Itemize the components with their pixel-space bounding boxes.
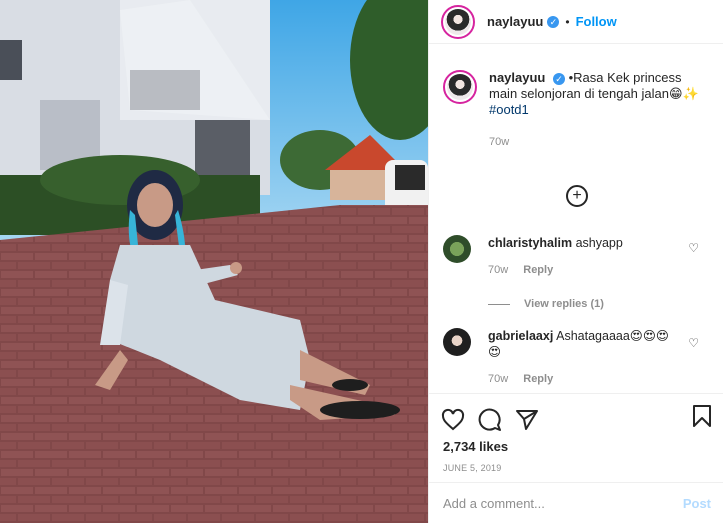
verified-badge-icon: ✓ xyxy=(547,15,560,28)
comment-item: gabrielaaxj Ashatagaaaa😍😍😍😍 70w Reply xyxy=(443,328,713,387)
comment-icon[interactable] xyxy=(478,408,502,432)
view-replies-button[interactable]: View replies (1) xyxy=(488,298,604,310)
likes-count[interactable]: 2,734 likes xyxy=(429,439,723,454)
photo-image xyxy=(0,0,428,523)
comment-username[interactable]: chlaristyhalim xyxy=(488,236,572,250)
caption-hashtag[interactable]: #ootd1 xyxy=(489,102,529,117)
caption-username[interactable]: naylayuu xyxy=(489,70,545,85)
comment-text: ashyapp xyxy=(575,236,623,250)
post-side-panel: naylayuu ✓ • Follow naylayuu ✓ •Rasa Kek… xyxy=(428,0,723,523)
comment-time: 70w xyxy=(488,264,509,276)
author-avatar[interactable] xyxy=(441,4,475,39)
caption-time: 70w xyxy=(489,136,510,148)
caption: naylayuu ✓ •Rasa Kek princess main selon… xyxy=(429,58,723,150)
action-bar: 2,734 likes JUNE 5, 2019 Post xyxy=(429,393,723,523)
like-comment-heart-icon[interactable]: ♡ xyxy=(688,336,699,350)
bookmark-icon[interactable] xyxy=(691,404,713,428)
post-photo[interactable] xyxy=(0,0,428,523)
view-replies-label[interactable]: View replies (1) xyxy=(524,298,604,310)
author-username[interactable]: naylayuu xyxy=(487,14,543,29)
follow-button[interactable]: Follow xyxy=(576,14,617,29)
commenter-avatar[interactable] xyxy=(443,328,471,356)
like-comment-heart-icon[interactable]: ♡ xyxy=(688,241,699,255)
comment-item: chlaristyhalim ashyapp 70w Reply xyxy=(443,235,713,278)
reply-button[interactable]: Reply xyxy=(523,264,553,276)
comment-time: 70w xyxy=(488,373,509,385)
add-comment-input[interactable] xyxy=(443,496,683,511)
comment-username[interactable]: gabrielaaxj xyxy=(488,329,553,343)
share-icon[interactable] xyxy=(515,408,539,432)
separator-dot: • xyxy=(565,14,570,29)
post-date: JUNE 5, 2019 xyxy=(443,463,502,473)
replies-divider xyxy=(488,303,510,305)
add-comment-bar: Post xyxy=(429,482,723,523)
heart-icon[interactable] xyxy=(441,408,465,432)
verified-badge-icon: ✓ xyxy=(552,72,565,85)
plus-circle-icon[interactable]: + xyxy=(566,185,588,207)
post-comment-button[interactable]: Post xyxy=(683,496,711,511)
caption-avatar[interactable] xyxy=(443,70,477,104)
reply-button[interactable]: Reply xyxy=(523,373,553,385)
comments-section[interactable]: naylayuu ✓ •Rasa Kek princess main selon… xyxy=(429,58,723,400)
post-header: naylayuu ✓ • Follow xyxy=(429,0,723,44)
commenter-avatar[interactable] xyxy=(443,235,471,263)
